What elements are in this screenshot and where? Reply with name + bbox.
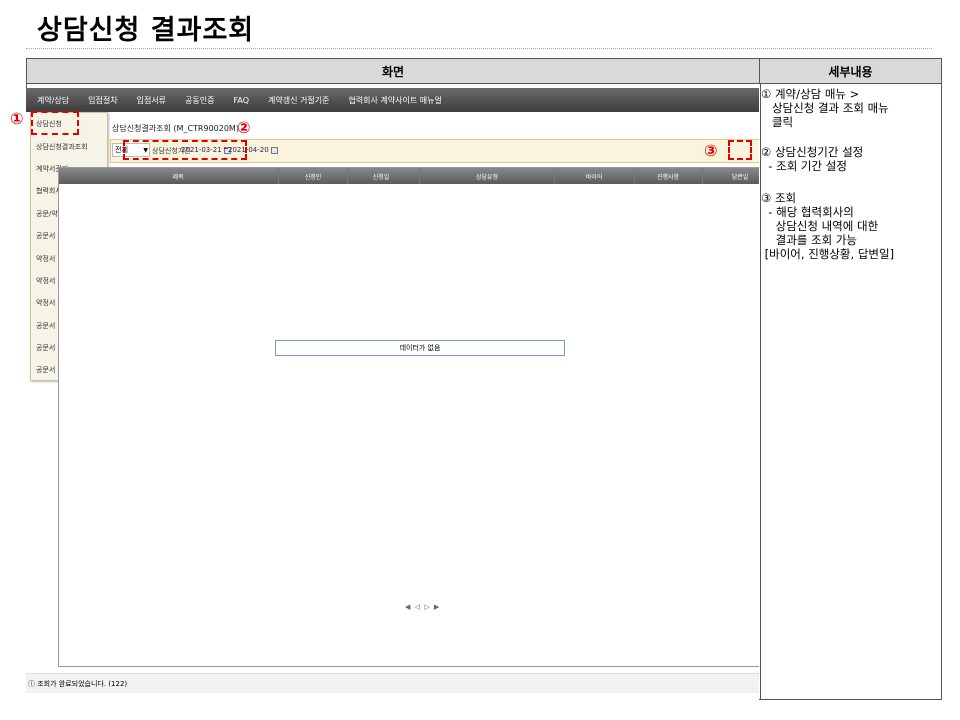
- grid-col-applicant[interactable]: 신청인: [305, 172, 322, 181]
- detail-line: ③ 조회: [761, 191, 797, 205]
- detail-line: 클릭: [761, 115, 794, 129]
- callout-box-2: [123, 140, 247, 160]
- detail-line: - 조회 기간 설정: [761, 159, 847, 173]
- callout-number-3: ③: [704, 141, 718, 160]
- nav-item-procedure[interactable]: 입점절차: [88, 95, 117, 106]
- nav-item-certificate[interactable]: 공동인증: [185, 95, 214, 106]
- grid-col-separator: [634, 168, 635, 184]
- grid-col-separator: [278, 168, 279, 184]
- status-bar: ⓘ 조회가 완료되었습니다. (122): [26, 673, 759, 693]
- calendar-icon[interactable]: [270, 146, 278, 154]
- details-column-header: 세부내용: [760, 59, 941, 84]
- grid-col-progress[interactable]: 진행사항: [657, 172, 679, 181]
- nav-item-manual[interactable]: 협력회사 계약사이트 매뉴얼: [348, 95, 441, 106]
- title-divider: [26, 48, 932, 49]
- screen-column-header: 화면: [27, 59, 760, 84]
- grid-col-separator: [554, 168, 555, 184]
- menu-item-consult-result[interactable]: 상담신청결과조회: [31, 135, 107, 157]
- page-title: 상담신청 결과조회: [37, 15, 255, 46]
- detail-step-1: ① 계약/상담 매뉴 > 상담신청 결과 조회 매뉴 클릭: [761, 87, 941, 129]
- detail-line: ① 계약/상담 매뉴 >: [761, 87, 860, 101]
- detail-step-2: ② 상담신청기간 설정 - 조회 기간 설정: [761, 145, 941, 173]
- detail-line: 결과를 조회 가능: [761, 233, 857, 247]
- grid-col-separator: [419, 168, 420, 184]
- result-grid: 제목 신청인 신청일 상담유형 바이어 진행사항 답변일 데이터가 없음: [58, 167, 759, 667]
- grid-col-answer-date[interactable]: 답변일: [732, 172, 749, 181]
- screen-title: 상담신청결과조회 (M_CTR90020M): [112, 124, 239, 133]
- callout-number-2: ②: [237, 118, 251, 137]
- nav-item-contract[interactable]: 계약/상담: [37, 95, 69, 106]
- grid-col-title[interactable]: 제목: [172, 172, 183, 181]
- detail-step-3: ③ 조회 - 해당 협력회사의 상담신청 내역에 대한 결과를 조회 가능 [바…: [761, 191, 941, 261]
- nav-item-documents[interactable]: 입점서류: [137, 95, 166, 106]
- detail-line: [바이어, 진행상황, 답변일]: [761, 247, 895, 261]
- callout-box-1: [31, 111, 79, 135]
- grid-col-date[interactable]: 신청일: [373, 172, 390, 181]
- detail-line: ② 상담신청기간 설정: [761, 145, 864, 159]
- pagination[interactable]: ◀ ◁ ▷ ▶: [405, 603, 440, 611]
- empty-message: 데이터가 없음: [275, 340, 565, 356]
- app-screenshot: 계약/상담 입점절차 입점서류 공동인증 FAQ 계약갱신 거절기준 협력회사 …: [26, 88, 759, 700]
- grid-col-separator: [702, 168, 703, 184]
- callout-number-1: ①: [10, 109, 24, 128]
- grid-col-separator: [347, 168, 348, 184]
- callout-box-3: [728, 140, 752, 160]
- detail-line: 상담신청 결과 조회 매뉴: [761, 101, 889, 115]
- grid-header: 제목 신청인 신청일 상담유형 바이어 진행사항 답변일: [59, 168, 759, 184]
- nav-item-renewal[interactable]: 계약갱신 거절기준: [268, 95, 329, 106]
- grid-col-type[interactable]: 상담유형: [476, 172, 498, 181]
- grid-col-buyer[interactable]: 바이어: [586, 172, 603, 181]
- top-navigation: 계약/상담 입점절차 입점서류 공동인증 FAQ 계약갱신 거절기준 협력회사 …: [26, 88, 759, 112]
- details-panel: ① 계약/상담 매뉴 > 상담신청 결과 조회 매뉴 클릭 ② 상담신청기간 설…: [761, 87, 941, 271]
- nav-item-faq[interactable]: FAQ: [234, 96, 250, 105]
- detail-line: - 해당 협력회사의: [761, 205, 854, 219]
- detail-line: 상담신청 내역에 대한: [761, 219, 879, 233]
